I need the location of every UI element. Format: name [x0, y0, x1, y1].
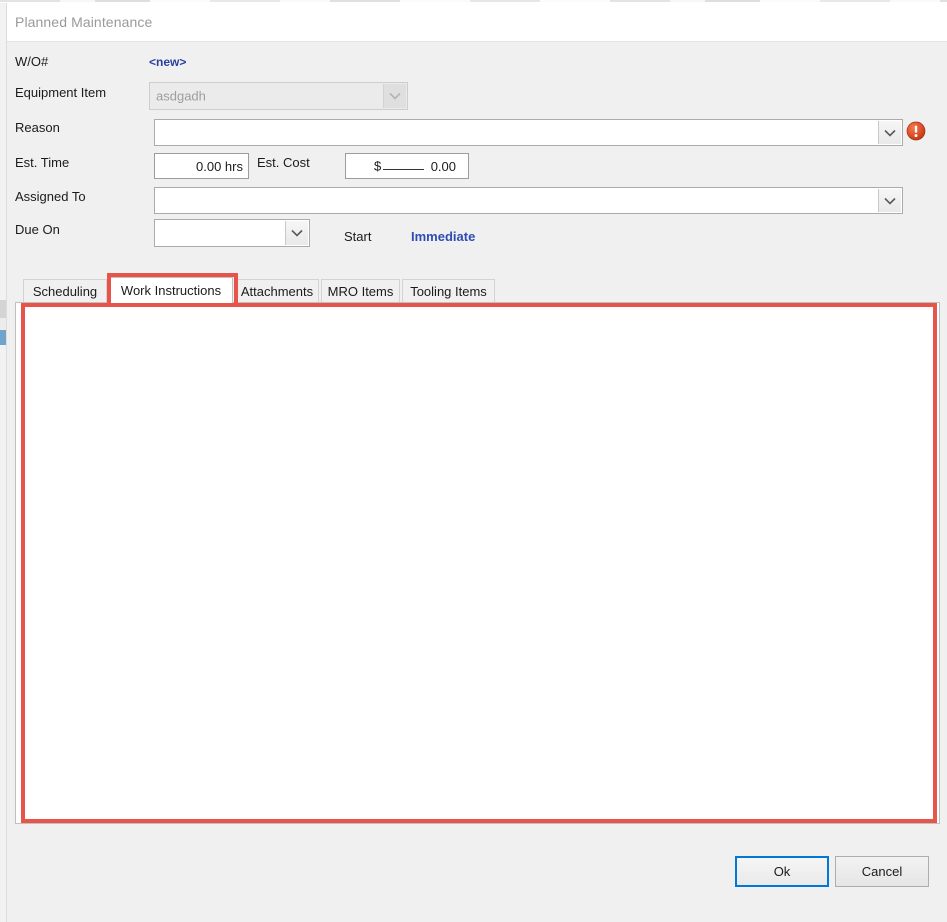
est-cost-currency: $	[374, 158, 382, 174]
chevron-down-icon[interactable]	[878, 121, 901, 144]
dialog-title: Planned Maintenance	[15, 14, 153, 30]
wo-number-value[interactable]: <new>	[149, 55, 186, 69]
est-time-label: Est. Time	[15, 155, 70, 170]
tab-scheduling[interactable]: Scheduling	[23, 279, 107, 303]
reason-dropdown[interactable]	[154, 119, 903, 146]
due-on-label: Due On	[15, 222, 60, 237]
reason-label: Reason	[15, 120, 60, 135]
immediate-link[interactable]: Immediate	[411, 229, 475, 244]
est-cost-fill-line	[383, 169, 424, 170]
start-label: Start	[344, 229, 372, 244]
ok-button[interactable]: Ok	[735, 856, 829, 887]
tab-strip: Scheduling Work Instructions Attachments…	[15, 277, 940, 304]
est-cost-value: 0.00	[430, 158, 456, 174]
planned-maintenance-dialog: Planned Maintenance W/O# <new> Equipment…	[6, 3, 947, 922]
dialog-title-bar: Planned Maintenance	[7, 3, 947, 42]
assigned-to-label: Assigned To	[15, 189, 86, 204]
due-on-dropdown[interactable]	[154, 219, 310, 247]
tab-work-instructions[interactable]: Work Instructions	[109, 277, 233, 304]
work-instructions-editor[interactable]	[15, 302, 940, 824]
tab-mro-items[interactable]: MRO Items	[321, 279, 400, 303]
error-exclamation-icon	[906, 121, 926, 141]
tab-attachments[interactable]: Attachments	[235, 279, 319, 303]
chevron-down-icon[interactable]	[285, 221, 308, 245]
est-cost-input[interactable]: $ 0.00	[345, 153, 469, 179]
tab-tooling-items[interactable]: Tooling Items	[402, 279, 495, 303]
est-time-input[interactable]: 0.00 hrs	[154, 153, 249, 179]
assigned-to-dropdown[interactable]	[154, 187, 903, 214]
chevron-down-icon[interactable]	[878, 189, 901, 212]
chevron-down-icon[interactable]	[383, 84, 406, 108]
cancel-button[interactable]: Cancel	[835, 856, 929, 887]
equipment-item-label: Equipment Item	[15, 85, 107, 100]
equipment-item-value: asdgadh	[156, 88, 206, 104]
est-cost-label: Est. Cost	[257, 155, 310, 170]
wo-number-label: W/O#	[15, 54, 49, 69]
equipment-item-dropdown[interactable]: asdgadh	[149, 82, 408, 110]
